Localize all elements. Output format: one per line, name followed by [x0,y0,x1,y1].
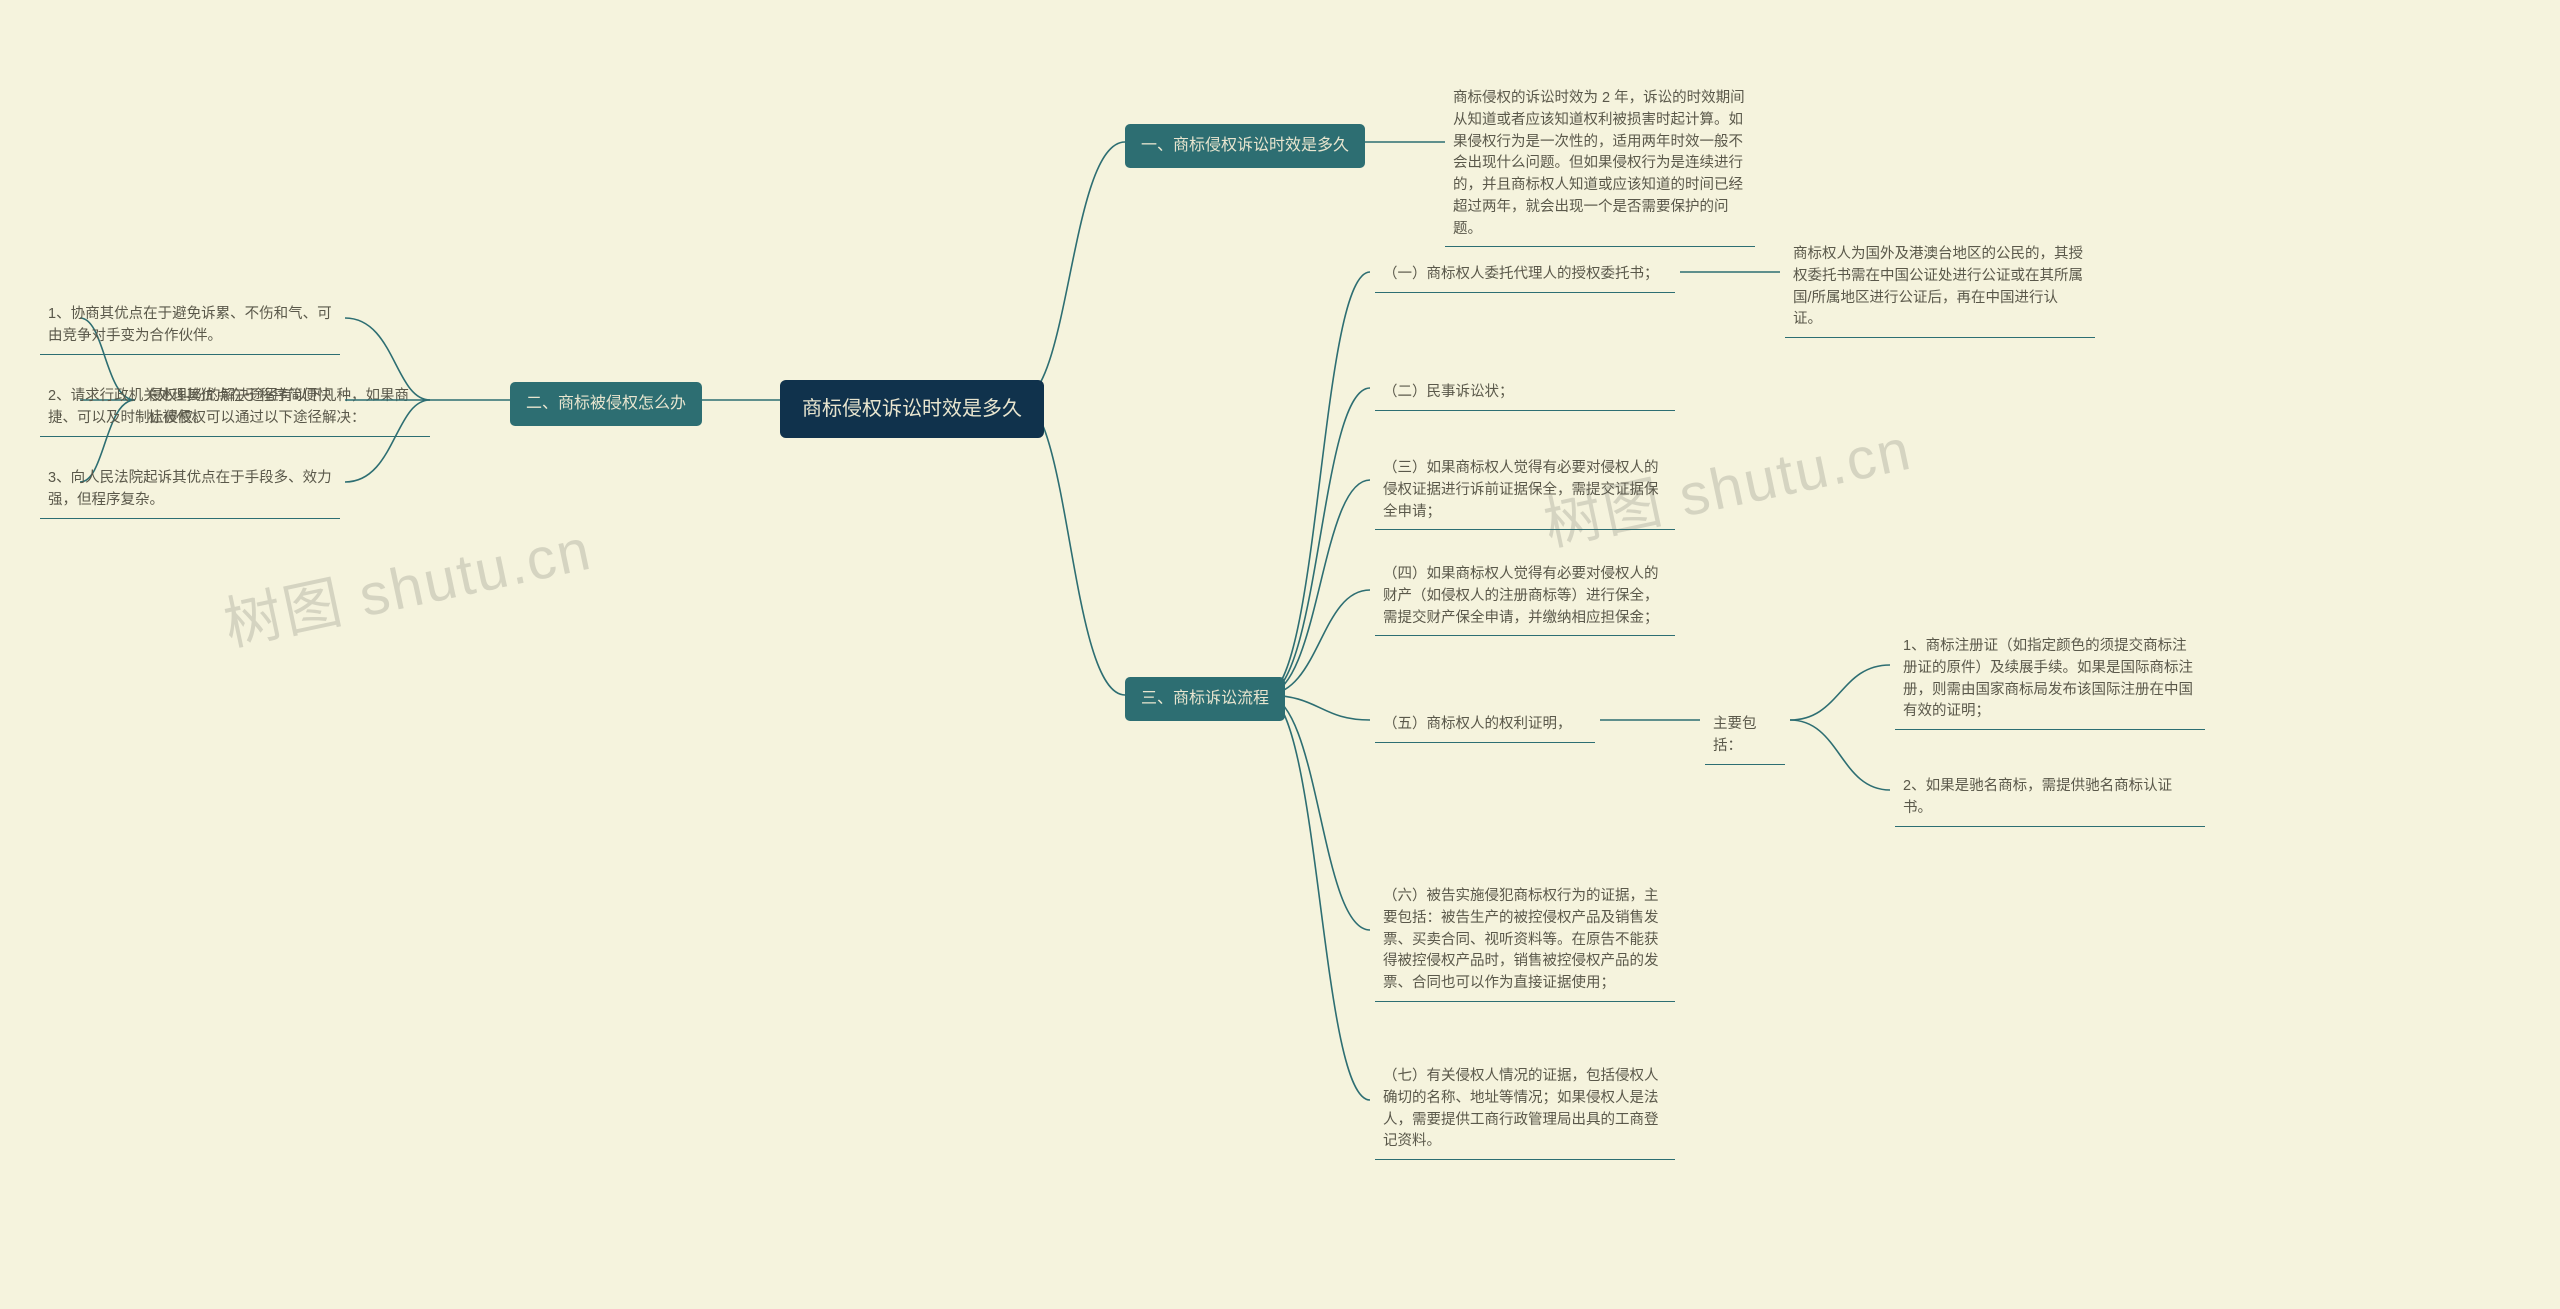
branch-2-leaf-2b: 2、请求行政机关处理其优点在于程序简便快捷、可以及时制止侵权。 [40,380,340,437]
branch-1: 一、商标侵权诉讼时效是多久 [1125,124,1365,168]
branch-1-leaf: 商标侵权的诉讼时效为 2 年，诉讼的时效期间从知道或者应该知道权利被损害时起计算… [1445,82,1755,247]
b3-item-6: （六）被告实施侵犯商标权行为的证据，主要包括：被告生产的被控侵权产品及销售发票、… [1375,880,1675,1002]
branch-2-leaf-3b: 3、向人民法院起诉其优点在于手段多、效力强，但程序复杂。 [40,462,340,519]
branch-3: 三、商标诉讼流程 [1125,677,1285,721]
b3-item-2: （二）民事诉讼状； [1375,376,1675,411]
b3-item-1-leaf: 商标权人为国外及港澳台地区的公民的，其授权委托书需在中国公证处进行公证或在其所属… [1785,238,2095,338]
branch-2: 二、商标被侵权怎么办 [510,382,702,426]
watermark: 树图 shutu.cn [215,502,598,662]
branch-2-leaf-1b: 1、协商其优点在于避免诉累、不伤和气、可由竞争对手变为合作伙伴。 [40,298,340,355]
b3-item-5-leaf-1: 1、商标注册证（如指定颜色的须提交商标注册证的原件）及续展手续。如果是国际商标注… [1895,630,2205,730]
b3-item-3: （三）如果商标权人觉得有必要对侵权人的侵权证据进行诉前证据保全，需提交证据保全申… [1375,452,1675,530]
b3-item-5-leaf-2: 2、如果是驰名商标，需提供驰名商标认证书。 [1895,770,2205,827]
b3-item-5: （五）商标权人的权利证明， [1375,708,1595,743]
b3-item-1: （一）商标权人委托代理人的授权委托书； [1375,258,1675,293]
b3-item-4: （四）如果商标权人觉得有必要对侵权人的财产（如侵权人的注册商标等）进行保全，需提… [1375,558,1675,636]
b3-item-5-mid: 主要包括： [1705,708,1785,765]
root-node: 商标侵权诉讼时效是多久 [780,380,1044,438]
b3-item-7: （七）有关侵权人情况的证据，包括侵权人确切的名称、地址等情况；如果侵权人是法人，… [1375,1060,1675,1160]
